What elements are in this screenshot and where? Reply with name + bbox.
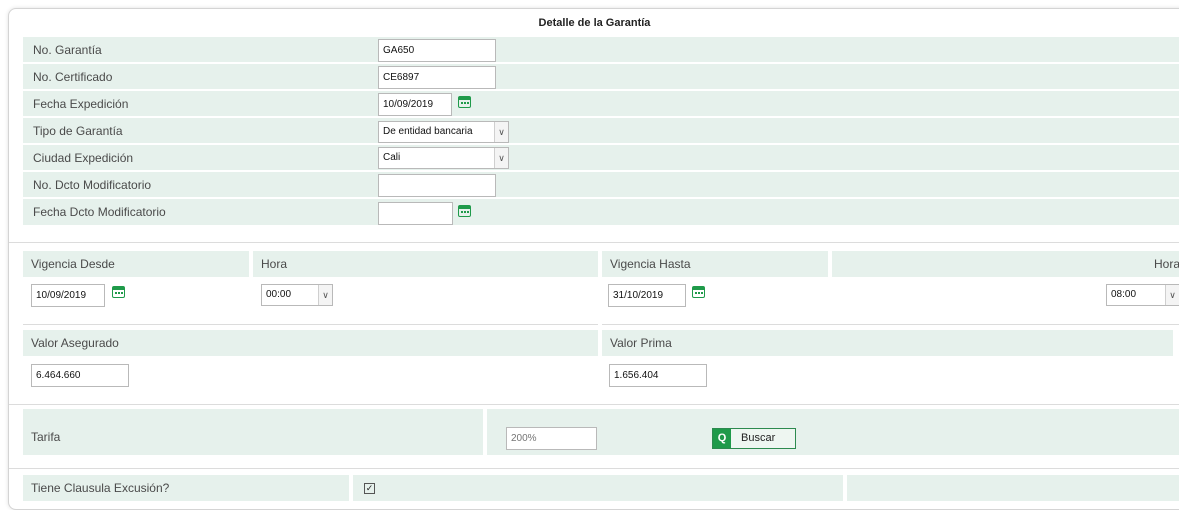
valor-asegurado-header: Valor Asegurado bbox=[23, 330, 598, 356]
chevron-down-icon: ∨ bbox=[494, 122, 508, 142]
fecha-dcto-modificatorio-input[interactable] bbox=[378, 202, 453, 225]
divider bbox=[9, 404, 1179, 405]
valor-asegurado-input[interactable] bbox=[31, 364, 129, 387]
no-dcto-modificatorio-input[interactable] bbox=[378, 174, 496, 197]
label-no-dcto-modificatorio: No. Dcto Modificatorio bbox=[23, 172, 1179, 198]
label-tipo-garantia: Tipo de Garantía bbox=[23, 118, 1179, 144]
divider bbox=[9, 468, 1179, 469]
divider bbox=[9, 242, 1179, 243]
clausula-empty-cell bbox=[847, 475, 1179, 501]
ciudad-expedicion-value: Cali bbox=[383, 152, 401, 163]
hora-hasta-select[interactable]: 08:00 ∨ bbox=[1106, 284, 1179, 306]
no-garantia-input[interactable] bbox=[378, 39, 496, 62]
calendar-icon[interactable] bbox=[112, 286, 125, 298]
hora-hasta-header: Hora bbox=[832, 251, 1179, 277]
vigencia-hasta-header: Vigencia Hasta bbox=[602, 251, 828, 277]
buscar-label: Buscar bbox=[741, 432, 776, 444]
hora-hasta-value: 08:00 bbox=[1111, 289, 1137, 300]
label-fecha-dcto-modificatorio: Fecha Dcto Modificatorio bbox=[23, 199, 1179, 226]
fecha-expedicion-input[interactable] bbox=[378, 93, 452, 116]
valor-prima-header: Valor Prima bbox=[602, 330, 1173, 356]
chevron-down-icon: ∨ bbox=[318, 285, 332, 305]
valor-prima-input[interactable] bbox=[609, 364, 707, 387]
label-ciudad-expedicion: Ciudad Expedición bbox=[23, 145, 1179, 171]
hora-desde-header: Hora bbox=[253, 251, 598, 277]
tipo-garantia-select[interactable]: De entidad bancaria ∨ bbox=[378, 121, 509, 143]
label-fecha-expedicion: Fecha Expedición bbox=[23, 91, 1179, 117]
vigencia-desde-header: Vigencia Desde bbox=[23, 251, 249, 277]
vigencia-desde-input[interactable] bbox=[31, 284, 105, 307]
divider bbox=[23, 324, 598, 325]
vigencia-hasta-input[interactable] bbox=[608, 284, 686, 307]
clausula-check-cell bbox=[353, 475, 843, 501]
buscar-button[interactable]: Q Buscar bbox=[712, 428, 796, 449]
tipo-garantia-value: De entidad bancaria bbox=[383, 126, 473, 137]
tarifa-input[interactable] bbox=[506, 427, 597, 450]
divider bbox=[602, 324, 1179, 325]
calendar-icon[interactable] bbox=[692, 286, 705, 298]
label-no-garantia: No. Garantía bbox=[23, 37, 1179, 63]
calendar-icon[interactable] bbox=[458, 205, 471, 217]
section-title: Detalle de la Garantía bbox=[538, 17, 651, 29]
garantia-panel: Detalle de la Garantía No. Garantía No. … bbox=[8, 8, 1179, 510]
search-icon: Q bbox=[713, 429, 731, 448]
hora-desde-value: 00:00 bbox=[266, 289, 292, 300]
label-no-certificado: No. Certificado bbox=[23, 64, 1179, 90]
chevron-down-icon: ∨ bbox=[494, 148, 508, 168]
clausula-checkbox[interactable]: ✓ bbox=[364, 483, 375, 494]
no-certificado-input[interactable] bbox=[378, 66, 496, 89]
clausula-label: Tiene Clausula Excusión? bbox=[23, 475, 349, 501]
calendar-icon[interactable] bbox=[458, 96, 471, 108]
chevron-down-icon: ∨ bbox=[1165, 285, 1179, 305]
ciudad-expedicion-select[interactable]: Cali ∨ bbox=[378, 147, 509, 169]
hora-desde-select[interactable]: 00:00 ∨ bbox=[261, 284, 333, 306]
tarifa-label: Tarifa bbox=[23, 409, 483, 455]
